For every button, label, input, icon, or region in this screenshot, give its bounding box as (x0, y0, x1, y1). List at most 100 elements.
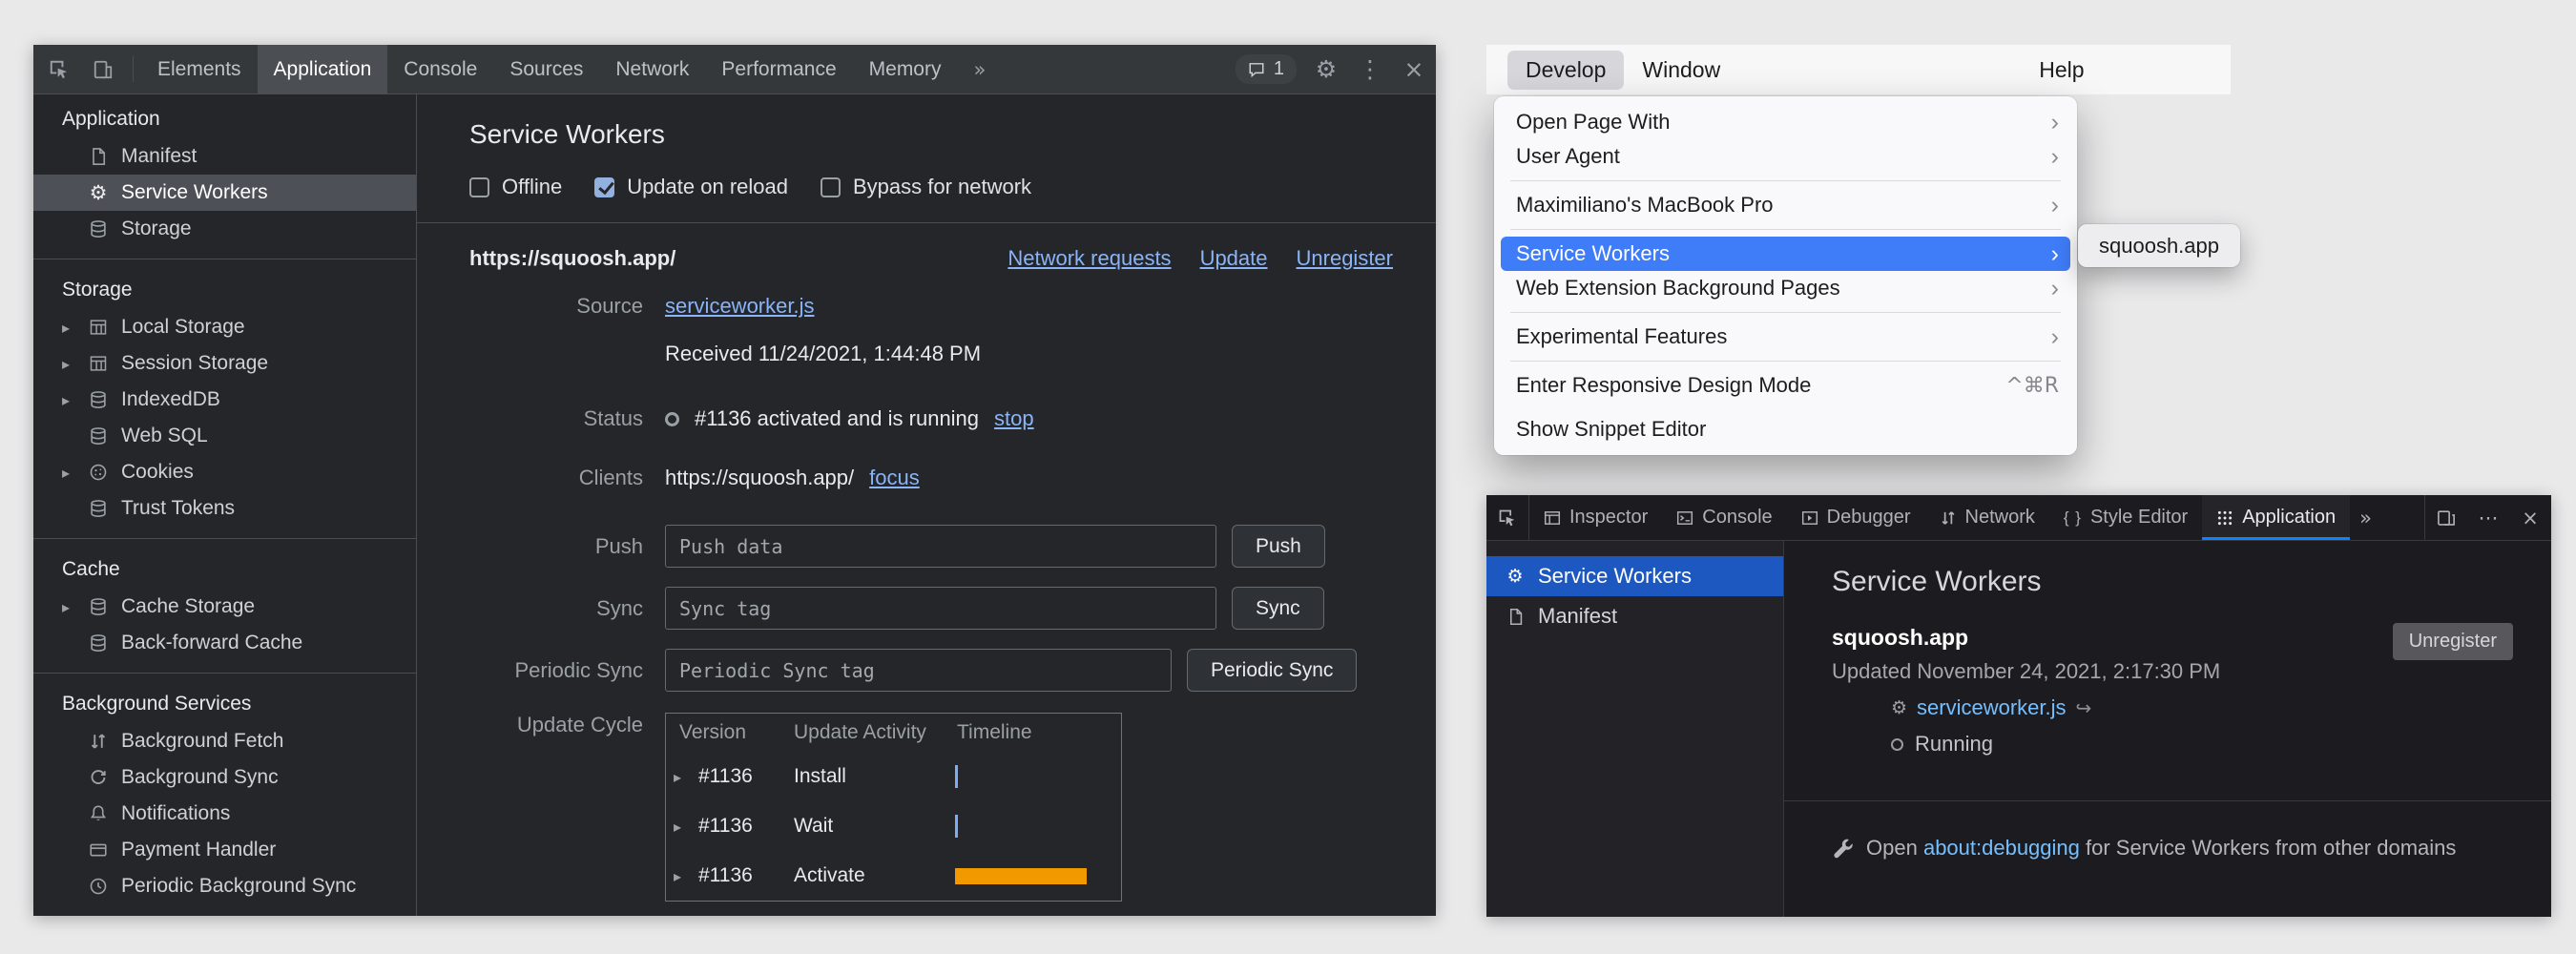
menu-item-user-agent[interactable]: User Agent› (1501, 139, 2070, 174)
sidebar-item-label: Trust Tokens (121, 497, 235, 520)
sidebar-section-cache: Cache (33, 550, 416, 589)
menu-item-experimental-features[interactable]: Experimental Features› (1501, 320, 2070, 354)
issues-counter[interactable]: 1 (1236, 54, 1297, 84)
settings-gear-icon[interactable]: ⚙ (1304, 45, 1348, 93)
sidebar-item-session-storage[interactable]: ▸ Session Storage (33, 345, 416, 382)
checkbox-label: Bypass for network (853, 175, 1031, 199)
expand-icon[interactable]: ▸ (62, 319, 87, 337)
about-debugging-link[interactable]: about:debugging (1923, 836, 2080, 860)
expand-icon[interactable]: ▸ (62, 355, 87, 373)
menubar-item-develop[interactable]: Develop (1507, 51, 1624, 90)
sidebar-item-local-storage[interactable]: ▸ Local Storage (33, 309, 416, 345)
worker-file-link[interactable]: serviceworker.js (1917, 695, 2066, 720)
menu-item-show-snippet-editor[interactable]: Show Snippet Editor (1501, 412, 2070, 446)
expand-icon[interactable]: ▸ (62, 598, 87, 616)
service-workers-panel: Service Workers Unregister squoosh.app U… (1784, 541, 2551, 917)
source-file-link[interactable]: serviceworker.js (665, 294, 814, 319)
console-icon (1676, 509, 1693, 527)
worker-actions: Network requests Update Unregister (1008, 246, 1393, 271)
tab-elements[interactable]: Elements (141, 45, 258, 93)
menu-item-enter-responsive-design-mode[interactable]: Enter Responsive Design Mode^⌘R (1501, 368, 2070, 403)
expand-icon[interactable]: ▸ (674, 818, 698, 836)
sidebar-item-service-workers[interactable]: ⚙ Service Workers (1486, 556, 1783, 596)
pick-element-icon[interactable] (1486, 495, 1528, 540)
submenu-chevron-icon: › (2051, 143, 2059, 171)
sync-tag-input[interactable] (665, 587, 1216, 630)
unregister-link[interactable]: Unregister (1297, 246, 1393, 271)
checkbox-checked[interactable] (594, 177, 614, 197)
menu-item-web-extension-background-pages[interactable]: Web Extension Background Pages› (1501, 271, 2070, 305)
table-row[interactable]: ▸#1136 Install (666, 752, 1121, 801)
kebab-menu-icon[interactable]: ⋮ (1348, 45, 1392, 93)
push-button[interactable]: Push (1232, 525, 1325, 568)
periodic-sync-button[interactable]: Periodic Sync (1187, 649, 1357, 692)
sidebar-item-manifest[interactable]: Manifest (1486, 596, 1783, 636)
sidebar-item-cookies[interactable]: ▸ Cookies (33, 454, 416, 490)
sidebar-item-background-fetch[interactable]: Background Fetch (33, 723, 416, 759)
periodic-sync-tag-input[interactable] (665, 649, 1172, 692)
sidebar-item-background-sync[interactable]: Background Sync (33, 759, 416, 796)
push-data-input[interactable] (665, 525, 1216, 568)
update-cycle-table: Version Update Activity Timeline ▸#1136 … (665, 713, 1122, 902)
table-row[interactable]: ▸#1136 Activate (666, 851, 1121, 901)
panel-divider (1784, 800, 2551, 801)
update-link[interactable]: Update (1200, 246, 1268, 271)
inspect-element-icon[interactable] (37, 45, 81, 93)
close-icon[interactable]: × (1392, 45, 1436, 93)
tab-sources[interactable]: Sources (493, 45, 599, 93)
sidebar-item-payment-handler[interactable]: Payment Handler (33, 832, 416, 868)
tab-console[interactable]: Console (1662, 495, 1786, 540)
sync-button[interactable]: Sync (1232, 587, 1324, 630)
menu-item-service-workers[interactable]: Service Workers› (1501, 237, 2070, 271)
tab-style-editor[interactable]: { } Style Editor (2049, 495, 2202, 540)
sidebar-item-indexeddb[interactable]: ▸ IndexedDB (33, 382, 416, 418)
menubar-item-window[interactable]: Window (1624, 51, 1738, 90)
sidebar-item-notifications[interactable]: Notifications (33, 796, 416, 832)
sidebar-item-cache-storage[interactable]: ▸ Cache Storage (33, 589, 416, 625)
menubar-item-help[interactable]: Help (2021, 51, 2102, 90)
checkbox[interactable] (821, 177, 841, 197)
tab-memory[interactable]: Memory (853, 45, 958, 93)
expand-icon[interactable]: ▸ (674, 867, 698, 885)
tab-debugger[interactable]: Debugger (1787, 495, 1925, 540)
close-icon[interactable]: × (2509, 495, 2551, 540)
offline-checkbox[interactable]: Offline (469, 175, 562, 199)
tab-performance[interactable]: Performance (705, 45, 852, 93)
focus-link[interactable]: focus (869, 466, 920, 490)
checkbox[interactable] (469, 177, 489, 197)
tab-network[interactable]: Network (1925, 495, 2049, 540)
jump-to-source-icon[interactable]: ↪ (2076, 696, 2092, 719)
status-row: Status #1136 activated and is running st… (469, 406, 1393, 431)
sidebar-item-trust-tokens[interactable]: Trust Tokens (33, 490, 416, 527)
table-row[interactable]: ▸#1136 Wait (666, 801, 1121, 851)
submenu-item-squoosh[interactable]: squoosh.app (2099, 234, 2219, 259)
sidebar-item-manifest[interactable]: Manifest (33, 138, 416, 175)
menu-item-open-page-with[interactable]: Open Page With› (1501, 105, 2070, 139)
service-worker-options: Offline Update on reload Bypass for netw… (469, 175, 1436, 199)
sidebar-item-web-sql[interactable]: Web SQL (33, 418, 416, 454)
bypass-for-network-checkbox[interactable]: Bypass for network (821, 175, 1031, 199)
more-tabs-icon[interactable]: » (2350, 495, 2381, 540)
sidebar-item-storage[interactable]: Storage (33, 211, 416, 247)
expand-icon[interactable]: ▸ (62, 391, 87, 409)
wrench-icon (1832, 838, 1853, 859)
tab-console[interactable]: Console (387, 45, 493, 93)
expand-icon[interactable]: ▸ (62, 464, 87, 482)
unregister-button[interactable]: Unregister (2393, 623, 2513, 660)
more-tabs-icon[interactable]: » (957, 45, 1002, 93)
expand-icon[interactable]: ▸ (674, 768, 698, 786)
sidebar-item-back-forward-cache[interactable]: Back-forward Cache (33, 625, 416, 661)
stop-link[interactable]: stop (994, 406, 1034, 431)
menu-item-macbook-pro[interactable]: Maximiliano's MacBook Pro› (1501, 188, 2070, 222)
meatball-menu-icon[interactable]: ⋯ (2467, 495, 2509, 540)
tab-network[interactable]: Network (599, 45, 705, 93)
tab-inspector[interactable]: Inspector (1529, 495, 1662, 540)
sidebar-item-periodic-background-sync[interactable]: Periodic Background Sync (33, 868, 416, 904)
update-on-reload-checkbox[interactable]: Update on reload (594, 175, 788, 199)
device-toolbar-icon[interactable] (81, 45, 125, 93)
tab-application[interactable]: Application (258, 45, 388, 93)
responsive-design-mode-icon[interactable] (2425, 495, 2467, 540)
sidebar-item-service-workers[interactable]: ⚙ Service Workers (33, 175, 416, 211)
tab-application[interactable]: Application (2202, 495, 2350, 540)
network-requests-link[interactable]: Network requests (1008, 246, 1171, 271)
